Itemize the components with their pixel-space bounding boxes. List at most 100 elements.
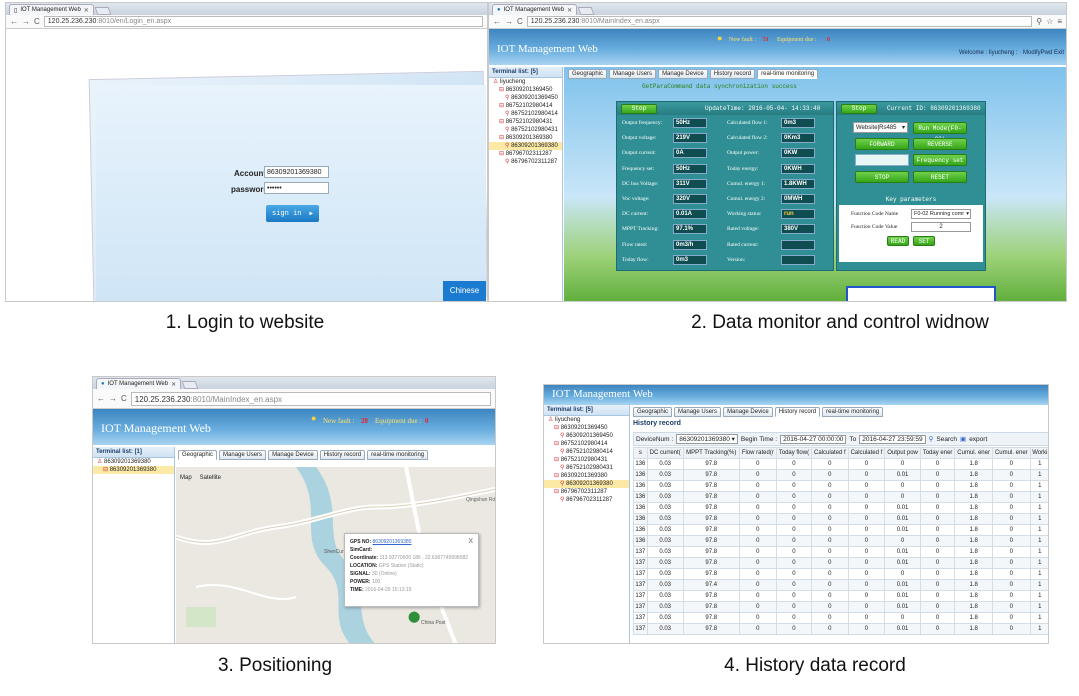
table-row[interactable]: 137 0.03 97.8 0 0 0 0 0.01 0 1.8 0 1: [633, 590, 1048, 602]
tab-manage-device[interactable]: Manage Device: [658, 69, 708, 79]
forward-icon[interactable]: →: [109, 394, 117, 403]
reload-icon[interactable]: C: [517, 17, 523, 26]
column-header[interactable]: Calculated f: [847, 447, 886, 459]
column-header[interactable]: Calculated f: [811, 447, 849, 459]
address-bar[interactable]: 120.25.236.230:8010/MainIndex_en.aspx: [130, 391, 491, 406]
set-button[interactable]: SET: [913, 236, 935, 246]
new-fault-count[interactable]: 51: [763, 37, 769, 43]
table-row[interactable]: 136 0.03 97.8 0 0 0 0 0.01 0 1.8 0 1: [633, 469, 1048, 481]
account-field[interactable]: 86309201369380: [264, 166, 329, 178]
end-time-input[interactable]: 2016-04-27 23:59:59: [859, 434, 926, 444]
tree-node[interactable]: ⊟ 86752102980414: [489, 102, 562, 110]
new-fault-count[interactable]: 28: [361, 417, 368, 425]
device-select[interactable]: 86309201369380 ▾: [676, 434, 738, 444]
tree-node[interactable]: ⚲ 86752102980431: [544, 464, 629, 472]
close-icon[interactable]: ✕: [84, 7, 89, 14]
tab-manage-users[interactable]: Manage Users: [219, 450, 267, 460]
table-row[interactable]: 137 0.03 97.8 0 0 0 0 0.01 0 1.8 0 1: [633, 557, 1048, 569]
function-code-value-input[interactable]: 2: [911, 222, 971, 232]
browser-tab[interactable]: ▯ IOT Management Web ✕: [9, 4, 94, 15]
read-button[interactable]: READ: [887, 236, 909, 246]
tree-node[interactable]: ⊟ 86309201369450: [544, 424, 629, 432]
forward-button[interactable]: FORWARD: [855, 138, 909, 150]
table-row[interactable]: 137 0.03 97.8 0 0 0 0 0 0 1.8 0 1: [633, 568, 1048, 580]
tree-node[interactable]: ♙ liyucheng: [544, 416, 629, 424]
column-header[interactable]: s: [633, 447, 648, 459]
tab-history-record[interactable]: History record: [319, 450, 366, 460]
tree-node[interactable]: ⚲ 86309201369450: [544, 432, 629, 440]
tree-node[interactable]: ⊟ 86752102980431: [544, 456, 629, 464]
tree-node[interactable]: ⊟ 86796702311287: [544, 488, 629, 496]
sign-in-button[interactable]: sign in ▶: [266, 205, 319, 222]
popup-close-icon[interactable]: X: [468, 538, 473, 546]
reload-icon[interactable]: C: [34, 17, 40, 26]
forward-icon[interactable]: →: [22, 17, 30, 26]
mode-select[interactable]: Website|Rs485 ▾: [853, 122, 908, 133]
table-row[interactable]: 137 0.03 97.8 0 0 0 0 0.01 0 1.8 0 1: [633, 623, 1048, 635]
table-row[interactable]: 136 0.03 97.8 0 0 0 0 0 0 1.8 0 1: [633, 458, 1048, 470]
tab-geographic[interactable]: Geographic: [633, 407, 673, 417]
table-row[interactable]: 136 0.03 97.8 0 0 0 0 0 0 1.8 0 1: [633, 535, 1048, 547]
tab-manage-users[interactable]: Manage Users: [609, 69, 657, 79]
search-icon[interactable]: ⚲: [929, 435, 934, 443]
tree-node[interactable]: ⚲ 86752102980431: [489, 126, 562, 134]
search-button[interactable]: Search: [936, 436, 957, 443]
table-row[interactable]: 137 0.03 97.4 0 0 0 0 0.01 0 1.8 0 1: [633, 579, 1048, 591]
new-tab-button[interactable]: [181, 381, 199, 389]
forward-icon[interactable]: →: [505, 17, 513, 26]
tab-manage-device[interactable]: Manage Device: [268, 450, 318, 460]
tree-node[interactable]: ⊟ 86309201369450: [489, 86, 562, 94]
map-button[interactable]: Map: [180, 475, 192, 481]
new-tab-button[interactable]: [94, 7, 112, 15]
column-header[interactable]: Worki: [1029, 447, 1048, 459]
tab-history-record[interactable]: History record: [709, 69, 756, 79]
table-row[interactable]: 137 0.03 97.8 0 0 0 0 0.01 0 1.8 0 1: [633, 546, 1048, 558]
column-header[interactable]: DC current(: [646, 447, 684, 459]
tab-manage-device[interactable]: Manage Device: [723, 407, 773, 417]
satellite-button[interactable]: Satellite: [200, 475, 221, 481]
tree-node[interactable]: ⊟ 86309201369380: [93, 466, 174, 474]
column-header[interactable]: Today flow(: [775, 447, 813, 459]
tab-geographic[interactable]: Geographic: [178, 450, 218, 460]
table-row[interactable]: 137 0.03 97.8 0 0 0 0 0 0 1.8 0 1: [633, 612, 1048, 624]
reset-button[interactable]: RESET: [913, 171, 967, 183]
zoom-icon[interactable]: ⚲: [1036, 17, 1042, 26]
export-icon[interactable]: ▣: [960, 435, 966, 443]
tab-real-time-monitoring[interactable]: real-time monitoring: [367, 450, 429, 460]
begin-time-input[interactable]: 2016-04-27 00:00:00: [780, 434, 847, 444]
tab-geographic[interactable]: Geographic: [568, 69, 608, 79]
column-header[interactable]: Cumul. ener: [991, 447, 1031, 459]
tree-node[interactable]: ♙ 86309201369380: [93, 458, 174, 466]
function-code-select[interactable]: F0-02 Running comr ▾: [911, 209, 971, 219]
tree-node[interactable]: ⚲ 86796702311287: [489, 158, 562, 166]
back-icon[interactable]: ←: [97, 394, 105, 403]
equipment-due-count[interactable]: 0: [827, 37, 830, 43]
new-tab-button[interactable]: [577, 7, 595, 15]
stop-button[interactable]: Stop: [621, 103, 657, 114]
frequency-set-button[interactable]: Frequency set: [913, 154, 967, 166]
star-icon[interactable]: ☆: [1046, 17, 1053, 26]
password-field[interactable]: ••••••: [264, 182, 329, 194]
equipment-due-count[interactable]: 0: [425, 417, 429, 425]
stop-command-button[interactable]: STOP: [855, 171, 909, 183]
tab-history-record[interactable]: History record: [774, 407, 821, 417]
reverse-button[interactable]: REVERSE: [913, 138, 967, 150]
column-header[interactable]: Output pow: [884, 447, 921, 459]
column-header[interactable]: Flow rated(r: [738, 447, 777, 459]
tab-real-time-monitoring[interactable]: real-time monitoring: [757, 69, 819, 79]
tree-node[interactable]: ⚲ 86309201369380: [544, 480, 629, 488]
column-header[interactable]: MPPT Tracking(%): [682, 447, 740, 459]
reload-icon[interactable]: C: [121, 394, 127, 403]
run-mode-button[interactable]: Run Mode(F0-02): [913, 122, 967, 143]
chinese-language-button[interactable]: Chinese: [443, 281, 486, 301]
table-row[interactable]: 136 0.03 97.8 0 0 0 0 0.01 0 1.8 0 1: [633, 524, 1048, 536]
close-icon[interactable]: ✕: [567, 7, 572, 14]
gps-value[interactable]: 86309201369380: [373, 539, 412, 545]
export-button[interactable]: export: [969, 436, 987, 443]
tab-real-time-monitoring[interactable]: real-time monitoring: [822, 407, 884, 417]
tree-node[interactable]: ⚲ 86752102980414: [489, 110, 562, 118]
table-row[interactable]: 136 0.03 97.8 0 0 0 0 0 0 1.8 0 1: [633, 480, 1048, 492]
address-bar[interactable]: 120.25.236.230:8010/en/Login_en.aspx: [43, 16, 483, 27]
tree-node[interactable]: ⚲ 86796702311287: [544, 496, 629, 504]
table-row[interactable]: 136 0.03 97.8 0 0 0 0 0 0 1.8 0 1: [633, 491, 1048, 503]
